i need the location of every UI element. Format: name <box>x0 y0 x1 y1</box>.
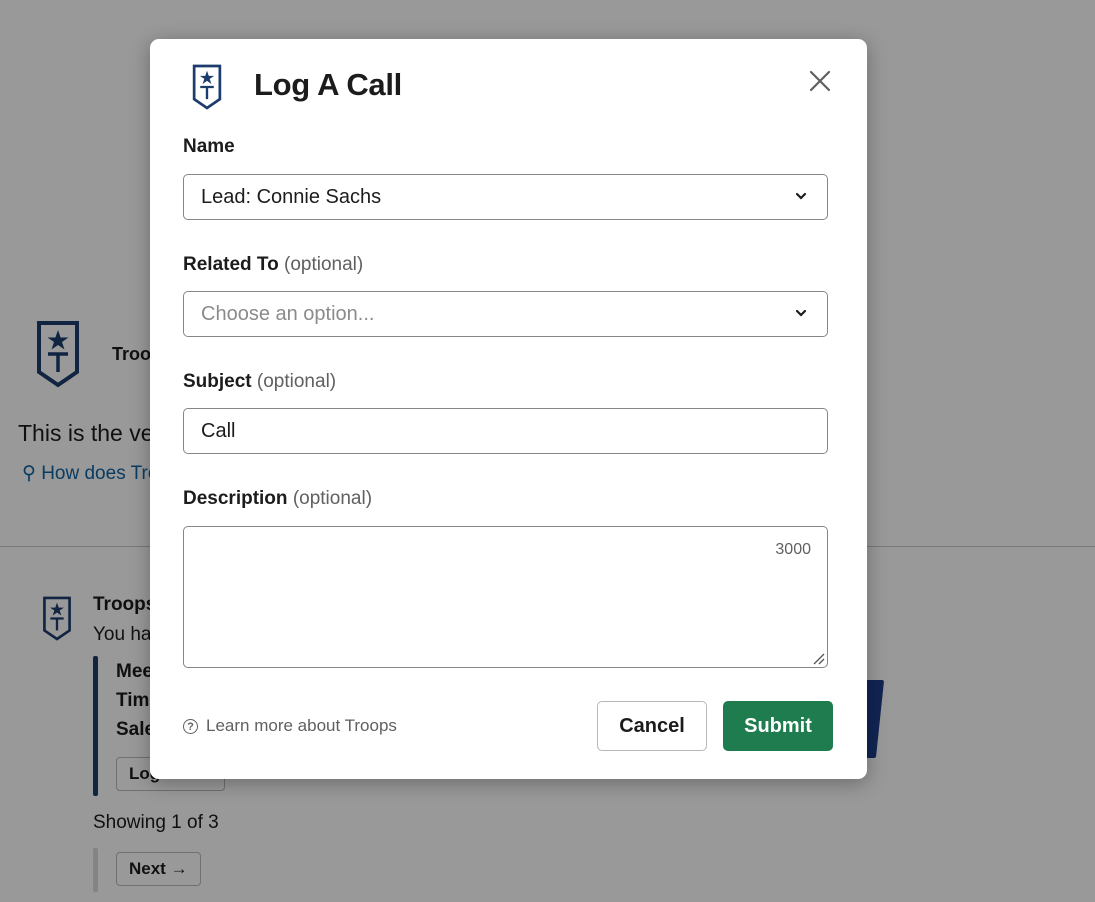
related-to-label: Related To (optional) <box>183 254 363 276</box>
description-label: Description (optional) <box>183 488 372 510</box>
character-counter: 3000 <box>775 541 811 558</box>
question-circle-icon: ? <box>183 718 198 734</box>
close-icon[interactable] <box>806 67 834 95</box>
description-label-text: Description <box>183 488 288 509</box>
learn-more-link[interactable]: ? Learn more about Troops <box>183 716 397 736</box>
related-to-placeholder: Choose an option... <box>201 302 375 325</box>
log-call-modal: Log A Call Name Lead: Connie Sachs Relat… <box>150 39 867 779</box>
description-textarea[interactable]: 3000 <box>183 526 828 668</box>
cancel-button[interactable]: Cancel <box>597 701 707 751</box>
subject-input[interactable]: Call <box>183 408 828 454</box>
chevron-down-icon <box>795 192 807 200</box>
subject-label: Subject (optional) <box>183 371 336 393</box>
chevron-down-icon <box>795 309 807 317</box>
modal-title: Log A Call <box>254 67 402 102</box>
subject-input-value: Call <box>201 419 236 442</box>
related-to-select[interactable]: Choose an option... <box>183 291 828 337</box>
optional-text: (optional) <box>256 371 337 392</box>
name-label: Name <box>183 136 235 157</box>
optional-text: (optional) <box>292 488 373 509</box>
resize-handle-icon[interactable] <box>811 651 825 665</box>
submit-button[interactable]: Submit <box>723 701 833 751</box>
learn-more-label: Learn more about Troops <box>206 716 397 735</box>
subject-label-text: Subject <box>183 371 252 392</box>
related-to-label-text: Related To <box>183 254 279 275</box>
name-select-value: Lead: Connie Sachs <box>201 185 382 208</box>
troops-shield-logo-icon <box>192 64 222 110</box>
optional-text: (optional) <box>284 254 364 275</box>
name-select[interactable]: Lead: Connie Sachs <box>183 174 828 220</box>
